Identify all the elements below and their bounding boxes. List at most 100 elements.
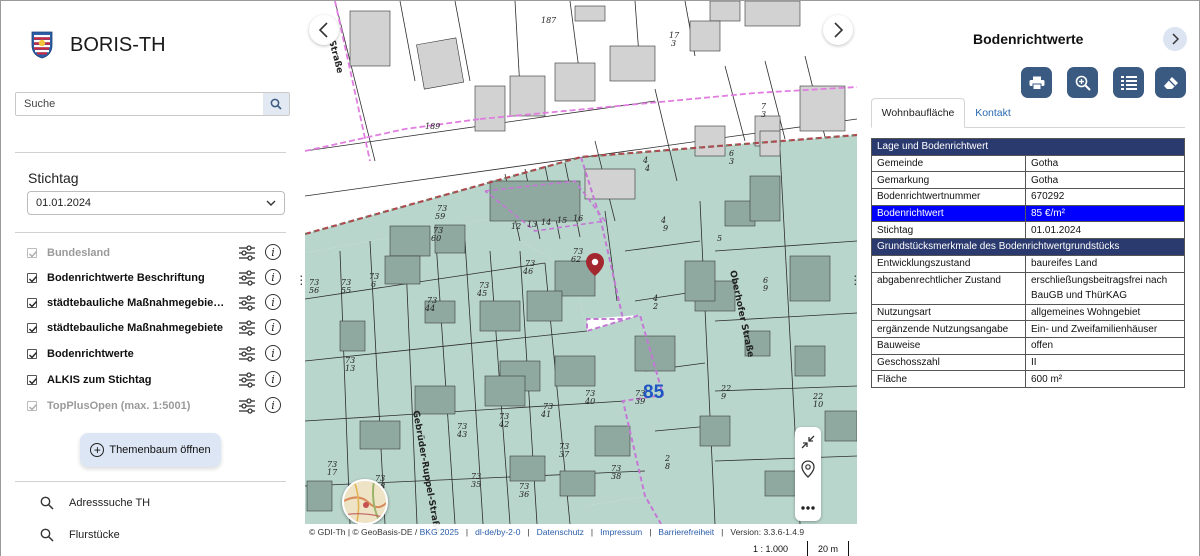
layer-checkbox[interactable]: [27, 273, 38, 283]
svg-text:38: 38: [611, 472, 621, 481]
scale-bar: 1 : 1.000 20 m: [745, 541, 857, 556]
row-value: baureifes Land: [1025, 254, 1185, 273]
location-pin-icon[interactable]: [800, 460, 816, 478]
tool-flurstuecke[interactable]: Flurstücke: [40, 528, 120, 542]
basemap-switcher[interactable]: [342, 479, 388, 525]
impressum-link[interactable]: Impressum: [600, 527, 642, 537]
layer-checkbox[interactable]: [27, 401, 38, 411]
svg-text:8: 8: [665, 462, 670, 471]
row-key: abgabenrechtlicher Zustand: [871, 271, 1026, 305]
bkg-link[interactable]: BKG 2025: [420, 527, 459, 537]
print-button[interactable]: [1021, 67, 1052, 98]
datenschutz-link[interactable]: Datenschutz: [537, 527, 584, 537]
svg-text:5: 5: [717, 234, 722, 243]
tab-kontakt[interactable]: Kontakt: [965, 98, 1021, 128]
svg-text:12: 12: [511, 222, 521, 231]
stichtag-select[interactable]: 01.01.2024: [27, 191, 285, 215]
layer-settings-icon[interactable]: [238, 245, 256, 261]
layer-topplusopen: TopPlusOpen (max. 1:5001) i: [27, 396, 285, 416]
layer-checkbox[interactable]: [27, 349, 38, 359]
bodenrichtwert-table: Lage und Bodenrichtwert Gemeinde Gotha Ge…: [871, 138, 1185, 388]
collapse-icon[interactable]: [800, 434, 816, 450]
layer-checkbox[interactable]: [27, 298, 38, 308]
panel-tabs: Wohnbaufläche Kontakt: [871, 98, 1185, 128]
panel-collapse-button[interactable]: [1163, 27, 1187, 51]
map-controls: [795, 427, 821, 521]
cadastral-map[interactable]: 187 189 7359 7360 7356 7355 736 7344 734…: [305, 1, 857, 556]
info-icon[interactable]: i: [265, 294, 281, 310]
svg-text:15: 15: [557, 216, 567, 225]
info-icon[interactable]: i: [265, 397, 281, 413]
svg-text:36: 36: [519, 490, 529, 499]
table-row-highlighted: Bodenrichtwert 85 €/m²: [871, 204, 1185, 223]
table-icon: [1120, 75, 1137, 90]
layer-settings-icon[interactable]: [238, 270, 256, 286]
search-button[interactable]: [263, 93, 289, 115]
info-icon[interactable]: i: [265, 345, 281, 361]
svg-text:41: 41: [540, 410, 551, 419]
layer-label: städtebauliche Maßnahmegebiete: [47, 322, 224, 334]
map-next-button[interactable]: [823, 15, 853, 45]
table-row: Gemeinde Gotha: [871, 154, 1185, 173]
info-icon[interactable]: i: [265, 371, 281, 387]
svg-text:3: 3: [729, 157, 734, 166]
layer-settings-icon[interactable]: [238, 320, 256, 336]
themenbaum-button[interactable]: + Themenbaum öffnen: [80, 433, 221, 467]
checkmark-icon: [29, 378, 38, 385]
checkmark-icon: [29, 276, 38, 283]
info-icon[interactable]: i: [265, 319, 281, 335]
search-box: [15, 92, 290, 116]
tab-wohnbauflaeche[interactable]: Wohnbaufläche: [871, 98, 965, 128]
svg-text:9: 9: [763, 284, 768, 293]
map-prev-button[interactable]: [309, 15, 339, 45]
layer-label: Bodenrichtwerte Beschriftung: [47, 272, 205, 284]
layer-massnahmegebiete: städtebauliche Maßnahmegebiete i: [27, 318, 285, 338]
more-options-icon[interactable]: [800, 505, 816, 511]
row-key: Bauweise: [871, 336, 1026, 355]
row-value: 670292: [1025, 188, 1185, 206]
layer-settings-icon[interactable]: [238, 295, 256, 311]
layer-checkbox[interactable]: [27, 375, 38, 385]
app-title: BORIS-TH: [70, 33, 166, 56]
search-icon: [270, 98, 282, 110]
table-row: Fläche 600 m²: [871, 370, 1185, 388]
scale-distance: 20 m: [807, 541, 849, 556]
version-text: Version: 3.3.6-1.4.9: [730, 526, 805, 537]
bodenrichtwert-zone-label[interactable]: 85: [643, 382, 664, 404]
row-key: Gemarkung: [871, 171, 1026, 190]
barrierefreiheit-link[interactable]: Barrierefreiheit: [658, 527, 714, 537]
svg-text:45: 45: [476, 289, 487, 298]
print-icon: [1029, 76, 1044, 90]
brand[interactable]: BORIS-TH: [31, 31, 166, 59]
search-input[interactable]: [16, 93, 263, 115]
row-value: Gotha: [1025, 154, 1185, 173]
svg-text:62: 62: [571, 255, 581, 264]
layer-settings-icon[interactable]: [238, 346, 256, 362]
row-value: Ein- und Zweifamilienhäuser: [1025, 320, 1185, 338]
row-value: erschließungsbeitragsfrei nach BauGB und…: [1025, 271, 1185, 305]
layer-settings-icon[interactable]: [238, 398, 256, 414]
layer-label: Bundesland: [47, 247, 110, 259]
chevron-left-icon: [318, 22, 328, 38]
sidebar-resize-handle[interactable]: · · ·: [299, 268, 304, 290]
table-section-header: Grundstücksmerkmale des Bodenrichtwertgr…: [871, 238, 1185, 256]
section-heading: Lage und Bodenrichtwert: [871, 138, 1185, 156]
layer-checkbox[interactable]: [27, 323, 38, 333]
svg-text:9: 9: [721, 392, 726, 401]
info-icon[interactable]: i: [265, 269, 281, 285]
zoom-to-button[interactable]: [1067, 67, 1098, 98]
layer-label: Bodenrichtwerte: [47, 348, 134, 360]
layer-massnahmegebiete-beschriftung: städtebauliche Maßnahmegebiete Be... i: [27, 293, 285, 313]
license-link[interactable]: dl-de/by-2-0: [475, 527, 520, 537]
layer-settings-icon[interactable]: [238, 372, 256, 388]
tool-adresssuche[interactable]: Adresssuche TH: [40, 496, 150, 510]
row-value: allgemeines Wohngebiet: [1025, 303, 1185, 322]
info-icon[interactable]: i: [265, 244, 281, 260]
map-view[interactable]: 187 189 73 59 73 60 73 56 73 55 73 6 73 44 73 4…: [305, 1, 857, 556]
row-value: 85 €/m²: [1025, 204, 1185, 223]
row-value: 01.01.2024: [1025, 221, 1185, 240]
row-key: Bodenrichtwertnummer: [871, 188, 1026, 206]
table-view-button[interactable]: [1113, 67, 1144, 98]
clear-button[interactable]: [1155, 67, 1186, 98]
layer-checkbox[interactable]: [27, 248, 38, 258]
